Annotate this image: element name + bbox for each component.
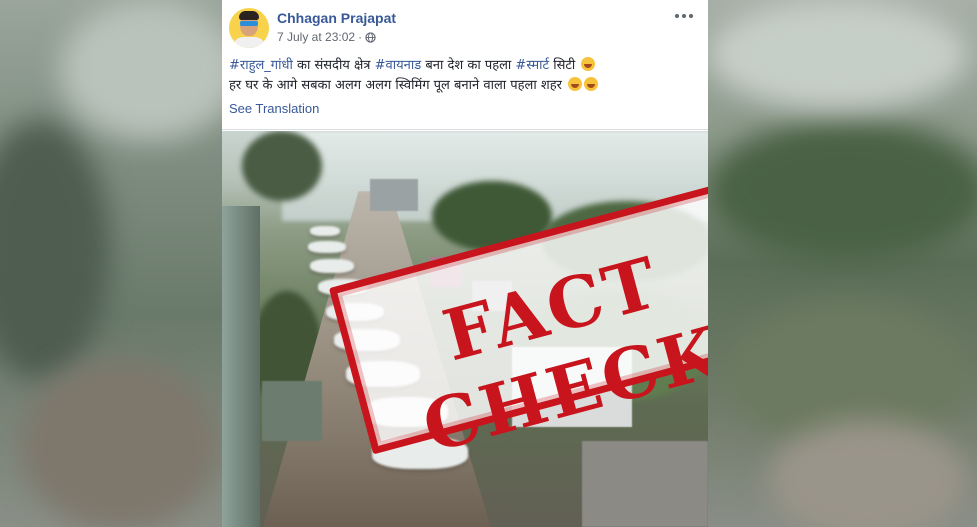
avatar-shirt [233, 37, 265, 48]
photo-pool [310, 259, 354, 273]
hashtag-rahul-gandhi[interactable]: #राहुल_गांधी [229, 58, 293, 73]
avatar-sunglasses [240, 21, 258, 26]
background-blur-shape [60, 0, 222, 140]
post-text-segment: बना देश का पहला [421, 58, 516, 73]
smiling-face-emoji [581, 57, 596, 71]
meta-separator: · [358, 30, 363, 44]
divider [222, 129, 708, 130]
more-options-dot [682, 14, 686, 18]
facebook-post-card: Chhagan Prajapat 7 July at 23:02 · #राहु… [222, 0, 708, 527]
post-text: #राहुल_गांधी का संसदीय क्षेत्र #वायनाड ब… [229, 56, 699, 96]
hashtag-wayanad[interactable]: #वायनाड [375, 58, 422, 73]
laughing-emoji [584, 77, 599, 91]
photo-trees [242, 131, 322, 201]
background-blur-shape [708, 0, 968, 110]
photo-pool [308, 241, 346, 253]
author-name[interactable]: Chhagan Prajapat [277, 10, 396, 26]
post-text-segment: हर घर के आगे सबका अलग अलग स्विमिंग पूल ब… [229, 78, 562, 93]
see-translation-link[interactable]: See Translation [229, 101, 319, 116]
background-blur-shape [20, 360, 220, 527]
photo-building [222, 206, 260, 527]
photo-building [582, 441, 708, 527]
laughing-emoji [568, 77, 583, 91]
more-options-dot [689, 14, 693, 18]
photo-pool [310, 226, 340, 236]
blurred-background-right [708, 0, 977, 527]
post-timestamp[interactable]: 7 July at 23:02 [277, 30, 355, 44]
background-blur-shape [768, 420, 968, 527]
blurred-background-left [0, 0, 222, 527]
post-meta: 7 July at 23:02 · [277, 30, 376, 44]
post-text-segment: सिटी [549, 58, 576, 73]
background-blur-shape [708, 120, 977, 260]
post-text-line-2: हर घर के आगे सबका अलग अलग स्विमिंग पूल ब… [229, 76, 699, 96]
hashtag-smart[interactable]: #स्मार्ट [515, 58, 549, 73]
author-avatar[interactable] [229, 8, 269, 48]
post-text-segment: का संसदीय क्षेत्र [292, 58, 375, 73]
more-options-icon[interactable] [672, 8, 696, 24]
background-blur-shape [0, 120, 110, 380]
photo-building [370, 179, 418, 211]
avatar-hair [239, 11, 259, 20]
globe-icon[interactable] [365, 31, 376, 43]
post-text-line-1: #राहुल_गांधी का संसदीय क्षेत्र #वायनाड ब… [229, 56, 699, 76]
post-photo[interactable]: FACT CHECK [222, 131, 708, 527]
more-options-dot [675, 14, 679, 18]
photo-building [262, 381, 322, 441]
